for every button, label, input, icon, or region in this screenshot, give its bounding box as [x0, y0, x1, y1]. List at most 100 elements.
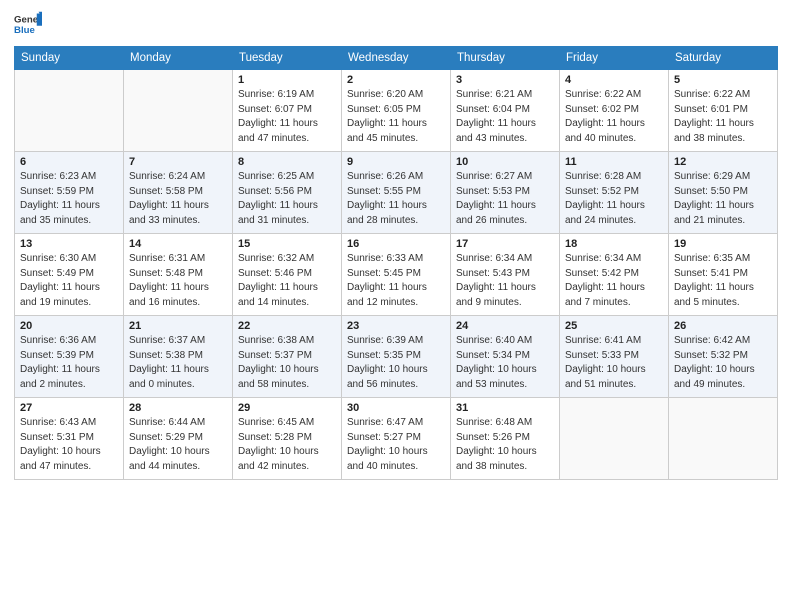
calendar-day-cell — [124, 70, 233, 152]
day-info: Sunrise: 6:45 AM Sunset: 5:28 PM Dayligh… — [238, 416, 336, 474]
calendar-day-cell: 22Sunrise: 6:38 AM Sunset: 5:37 PM Dayli… — [233, 316, 342, 398]
day-info: Sunrise: 6:21 AM Sunset: 6:04 PM Dayligh… — [456, 88, 554, 146]
day-number: 23 — [347, 320, 445, 332]
calendar-day-cell: 17 Sunrise: 6:34 AM Sunset: 5:43 PM Dayli… — [451, 234, 560, 316]
day-info: Sunrise: 6:20 AM Sunset: 6:05 PM Dayligh… — [347, 88, 445, 146]
day-number: 20 — [20, 320, 118, 332]
day-info: Sunrise: 6:28 AM Sunset: 5:52 PM Dayligh… — [565, 170, 663, 228]
day-info: Sunrise: 6:25 AM Sunset: 5:56 PM Dayligh… — [238, 170, 336, 228]
calendar-week-row: 20 Sunrise: 6:36 AM Sunset: 5:39 PM Dayli… — [15, 316, 778, 398]
logo: General Blue — [14, 10, 42, 38]
day-info: Sunrise: 6:22 AM Sunset: 6:02 PM Dayligh… — [565, 88, 663, 146]
calendar-day-cell: 27Sunrise: 6:43 AM Sunset: 5:31 PM Dayli… — [15, 398, 124, 480]
calendar-header-sunday: Sunday — [15, 47, 124, 70]
calendar-header-thursday: Thursday — [451, 47, 560, 70]
calendar-day-cell — [669, 398, 778, 480]
day-number: 5 — [674, 74, 772, 86]
day-info: Sunrise: 6:33 AM Sunset: 5:45 PM Dayligh… — [347, 252, 445, 310]
day-info: Sunrise: 6:35 AM Sunset: 5:41 PM Dayligh… — [674, 252, 772, 310]
calendar-week-row: 6Sunrise: 6:23 AM Sunset: 5:59 PM Daylig… — [15, 152, 778, 234]
day-number: 31 — [456, 402, 554, 414]
day-info: Sunrise: 6:29 AM Sunset: 5:50 PM Dayligh… — [674, 170, 772, 228]
day-number: 19 — [674, 238, 772, 250]
calendar-day-cell: 14Sunrise: 6:31 AM Sunset: 5:48 PM Dayli… — [124, 234, 233, 316]
day-number: 10 — [456, 156, 554, 168]
day-number: 9 — [347, 156, 445, 168]
calendar-day-cell: 30Sunrise: 6:47 AM Sunset: 5:27 PM Dayli… — [342, 398, 451, 480]
calendar-header-saturday: Saturday — [669, 47, 778, 70]
calendar-week-row: 13 Sunrise: 6:30 AM Sunset: 5:49 PM Dayli… — [15, 234, 778, 316]
calendar-day-cell: 20 Sunrise: 6:36 AM Sunset: 5:39 PM Dayli… — [15, 316, 124, 398]
calendar-day-cell: 11 Sunrise: 6:28 AM Sunset: 5:52 PM Dayli… — [560, 152, 669, 234]
day-number: 26 — [674, 320, 772, 332]
day-info: Sunrise: 6:27 AM Sunset: 5:53 PM Dayligh… — [456, 170, 554, 228]
day-number: 7 — [129, 156, 227, 168]
day-info: Sunrise: 6:32 AM Sunset: 5:46 PM Dayligh… — [238, 252, 336, 310]
day-info: Sunrise: 6:36 AM Sunset: 5:39 PM Dayligh… — [20, 334, 118, 392]
day-number: 2 — [347, 74, 445, 86]
day-info: Sunrise: 6:24 AM Sunset: 5:58 PM Dayligh… — [129, 170, 227, 228]
calendar-day-cell: 4 Sunrise: 6:22 AM Sunset: 6:02 PM Daylig… — [560, 70, 669, 152]
day-info: Sunrise: 6:41 AM Sunset: 5:33 PM Dayligh… — [565, 334, 663, 392]
day-number: 15 — [238, 238, 336, 250]
calendar-week-row: 1 Sunrise: 6:19 AM Sunset: 6:07 PM Daylig… — [15, 70, 778, 152]
calendar-day-cell — [15, 70, 124, 152]
day-number: 11 — [565, 156, 663, 168]
calendar-day-cell: 3 Sunrise: 6:21 AM Sunset: 6:04 PM Daylig… — [451, 70, 560, 152]
logo-icon: General Blue — [14, 10, 42, 38]
day-number: 1 — [238, 74, 336, 86]
day-number: 18 — [565, 238, 663, 250]
calendar-day-cell: 5Sunrise: 6:22 AM Sunset: 6:01 PM Daylig… — [669, 70, 778, 152]
calendar-day-cell: 1 Sunrise: 6:19 AM Sunset: 6:07 PM Daylig… — [233, 70, 342, 152]
day-info: Sunrise: 6:37 AM Sunset: 5:38 PM Dayligh… — [129, 334, 227, 392]
calendar-header-tuesday: Tuesday — [233, 47, 342, 70]
calendar-day-cell: 23 Sunrise: 6:39 AM Sunset: 5:35 PM Dayli… — [342, 316, 451, 398]
calendar-header-wednesday: Wednesday — [342, 47, 451, 70]
day-number: 8 — [238, 156, 336, 168]
calendar-day-cell: 10 Sunrise: 6:27 AM Sunset: 5:53 PM Dayli… — [451, 152, 560, 234]
calendar-day-cell: 28Sunrise: 6:44 AM Sunset: 5:29 PM Dayli… — [124, 398, 233, 480]
day-number: 13 — [20, 238, 118, 250]
day-info: Sunrise: 6:34 AM Sunset: 5:43 PM Dayligh… — [456, 252, 554, 310]
day-info: Sunrise: 6:19 AM Sunset: 6:07 PM Dayligh… — [238, 88, 336, 146]
day-info: Sunrise: 6:39 AM Sunset: 5:35 PM Dayligh… — [347, 334, 445, 392]
day-number: 24 — [456, 320, 554, 332]
day-number: 29 — [238, 402, 336, 414]
calendar-header-row: SundayMondayTuesdayWednesdayThursdayFrid… — [15, 47, 778, 70]
day-info: Sunrise: 6:26 AM Sunset: 5:55 PM Dayligh… — [347, 170, 445, 228]
calendar-day-cell: 12 Sunrise: 6:29 AM Sunset: 5:50 PM Dayli… — [669, 152, 778, 234]
calendar-day-cell: 25 Sunrise: 6:41 AM Sunset: 5:33 PM Dayli… — [560, 316, 669, 398]
day-number: 4 — [565, 74, 663, 86]
calendar-day-cell — [560, 398, 669, 480]
page-header: General Blue — [14, 10, 778, 38]
calendar-day-cell: 24 Sunrise: 6:40 AM Sunset: 5:34 PM Dayli… — [451, 316, 560, 398]
calendar-day-cell: 15 Sunrise: 6:32 AM Sunset: 5:46 PM Dayli… — [233, 234, 342, 316]
calendar-day-cell: 16 Sunrise: 6:33 AM Sunset: 5:45 PM Dayli… — [342, 234, 451, 316]
day-info: Sunrise: 6:43 AM Sunset: 5:31 PM Dayligh… — [20, 416, 118, 474]
day-number: 21 — [129, 320, 227, 332]
calendar-day-cell: 9 Sunrise: 6:26 AM Sunset: 5:55 PM Daylig… — [342, 152, 451, 234]
calendar-day-cell: 29 Sunrise: 6:45 AM Sunset: 5:28 PM Dayli… — [233, 398, 342, 480]
calendar-week-row: 27Sunrise: 6:43 AM Sunset: 5:31 PM Dayli… — [15, 398, 778, 480]
day-info: Sunrise: 6:34 AM Sunset: 5:42 PM Dayligh… — [565, 252, 663, 310]
day-number: 30 — [347, 402, 445, 414]
day-info: Sunrise: 6:30 AM Sunset: 5:49 PM Dayligh… — [20, 252, 118, 310]
calendar-day-cell: 26Sunrise: 6:42 AM Sunset: 5:32 PM Dayli… — [669, 316, 778, 398]
day-info: Sunrise: 6:23 AM Sunset: 5:59 PM Dayligh… — [20, 170, 118, 228]
day-number: 17 — [456, 238, 554, 250]
calendar-day-cell: 18 Sunrise: 6:34 AM Sunset: 5:42 PM Dayli… — [560, 234, 669, 316]
calendar-day-cell: 31 Sunrise: 6:48 AM Sunset: 5:26 PM Dayli… — [451, 398, 560, 480]
day-info: Sunrise: 6:31 AM Sunset: 5:48 PM Dayligh… — [129, 252, 227, 310]
calendar-day-cell: 13 Sunrise: 6:30 AM Sunset: 5:49 PM Dayli… — [15, 234, 124, 316]
day-info: Sunrise: 6:48 AM Sunset: 5:26 PM Dayligh… — [456, 416, 554, 474]
day-number: 25 — [565, 320, 663, 332]
day-info: Sunrise: 6:40 AM Sunset: 5:34 PM Dayligh… — [456, 334, 554, 392]
calendar-day-cell: 2 Sunrise: 6:20 AM Sunset: 6:05 PM Daylig… — [342, 70, 451, 152]
day-number: 28 — [129, 402, 227, 414]
svg-text:Blue: Blue — [14, 25, 35, 36]
day-number: 12 — [674, 156, 772, 168]
calendar-day-cell: 7 Sunrise: 6:24 AM Sunset: 5:58 PM Daylig… — [124, 152, 233, 234]
day-info: Sunrise: 6:38 AM Sunset: 5:37 PM Dayligh… — [238, 334, 336, 392]
day-number: 16 — [347, 238, 445, 250]
day-number: 3 — [456, 74, 554, 86]
